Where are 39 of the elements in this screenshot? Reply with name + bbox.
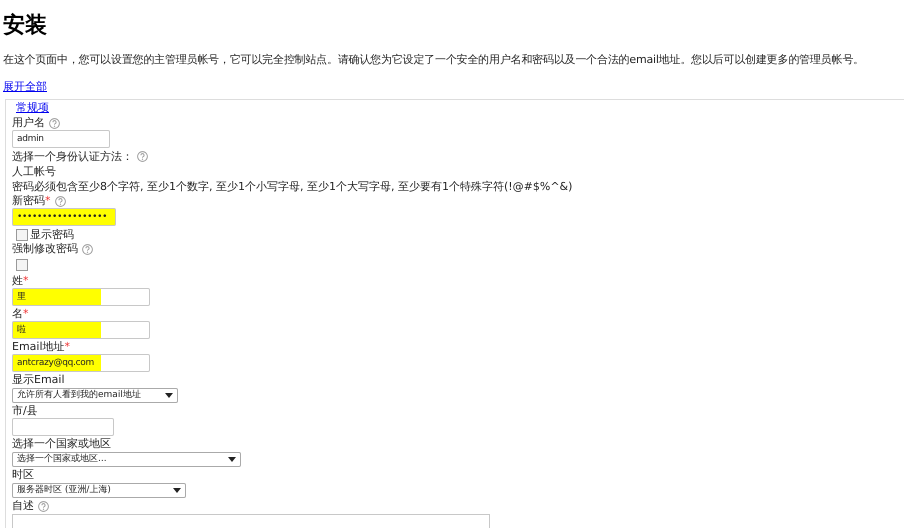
field-label: 显示Email bbox=[12, 373, 65, 387]
help-icon[interactable] bbox=[49, 118, 60, 128]
text-field[interactable]: admin bbox=[12, 130, 110, 148]
field-label: 时区 bbox=[12, 468, 34, 482]
field-label: Email地址* bbox=[12, 340, 70, 354]
text-field[interactable]: antcrazy@qq.com bbox=[12, 354, 150, 372]
note-text: 人工帐号 bbox=[12, 164, 56, 178]
select-field[interactable]: 服务器时区 (亚洲/上海) bbox=[12, 483, 186, 498]
text-field[interactable]: 里 bbox=[12, 288, 150, 306]
field-label: 用户名 bbox=[12, 116, 45, 130]
page-title: 安装 bbox=[3, 12, 48, 40]
checkbox-label: 显示密码 bbox=[30, 228, 74, 242]
field-label: 名* bbox=[12, 307, 28, 321]
checkbox[interactable] bbox=[16, 259, 28, 271]
text-field[interactable]: 啦 bbox=[12, 321, 150, 339]
field-label: 自述 bbox=[12, 499, 34, 513]
section-legend-link[interactable]: 常规项 bbox=[14, 100, 51, 114]
help-icon[interactable] bbox=[137, 151, 148, 162]
text-field[interactable]: •••••••••••••••••• bbox=[12, 208, 116, 226]
select-field[interactable]: 选择一个国家或地区... bbox=[12, 452, 241, 467]
caret-icon bbox=[173, 488, 181, 493]
textarea-field[interactable] bbox=[12, 514, 490, 528]
checkbox[interactable] bbox=[16, 229, 28, 241]
help-icon[interactable] bbox=[38, 500, 49, 512]
intro-text: 在这个页面中，您可以设置您的主管理员帐号，它可以完全控制站点。请确认您为它设定了一个安全的用户名和密码以及一个合法的email地址。您以后可以创建更多的管理员帐号。 bbox=[3, 53, 865, 67]
help-icon[interactable] bbox=[54, 196, 66, 206]
text-field[interactable] bbox=[12, 418, 114, 436]
field-label: 新密码* bbox=[12, 194, 50, 208]
help-icon[interactable] bbox=[82, 244, 93, 254]
caret-icon bbox=[228, 457, 236, 462]
expand-all-link[interactable]: 展开全部 bbox=[3, 81, 47, 93]
field-label: 选择一个身份认证方法： bbox=[12, 150, 133, 164]
field-label: 选择一个国家或地区 bbox=[12, 437, 111, 451]
note-text: 密码必须包含至少8个字符, 至少1个数字, 至少1个小写字母, 至少1个大写字母, 至少要有1个特殊字符(!@#$%^&) bbox=[12, 180, 572, 194]
field-label: 姓* bbox=[12, 274, 28, 288]
caret-icon bbox=[165, 393, 173, 398]
select-field[interactable]: 允许所有人看到我的email地址 bbox=[12, 388, 178, 403]
field-label: 市/县 bbox=[12, 404, 38, 418]
field-label: 强制修改密码 bbox=[12, 242, 78, 256]
